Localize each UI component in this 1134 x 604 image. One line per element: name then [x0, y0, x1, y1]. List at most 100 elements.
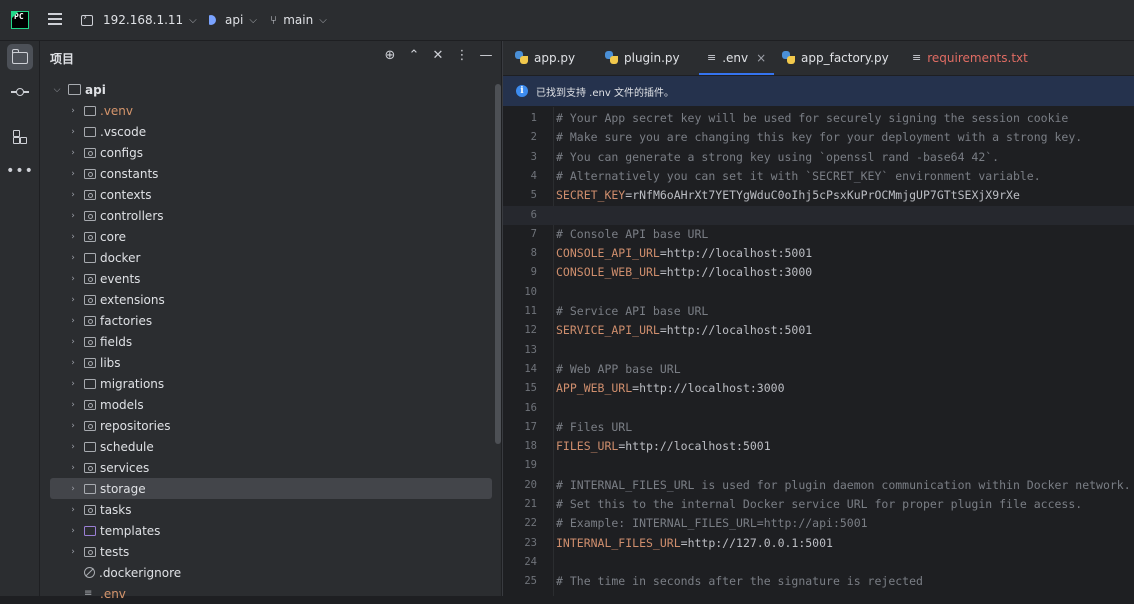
- chevron-right-icon[interactable]: ›: [68, 547, 78, 557]
- env-key: FILES_URL: [556, 439, 619, 454]
- expand-all-icon[interactable]: ⌃: [407, 48, 421, 64]
- tree-item[interactable]: › constants: [40, 163, 501, 184]
- tree-item-label: libs: [100, 355, 121, 370]
- line-source: FILES_URL=http://localhost:5001: [556, 437, 771, 456]
- tree-item[interactable]: › .vscode: [40, 121, 501, 142]
- tree-item[interactable]: › configs: [40, 142, 501, 163]
- code-line: 13: [503, 341, 1134, 360]
- branch-selector[interactable]: ⑂ main ⌵: [270, 11, 327, 29]
- project-scrollbar[interactable]: [495, 84, 501, 444]
- chevron-right-icon[interactable]: ›: [68, 379, 78, 389]
- git-branch-icon: ⑂: [270, 13, 278, 27]
- chevron-right-icon[interactable]: ›: [68, 232, 78, 242]
- line-number: 3: [530, 150, 537, 163]
- tree-item[interactable]: › fields: [40, 331, 501, 352]
- code-line: 8 CONSOLE_API_URL=http://localhost:5001: [503, 244, 1134, 263]
- chevron-right-icon[interactable]: ›: [68, 127, 78, 137]
- tree-item-label: templates: [100, 523, 161, 538]
- tree-item[interactable]: › events: [40, 268, 501, 289]
- editor-tab-label: .env: [722, 50, 749, 65]
- commit-tool-button[interactable]: [7, 79, 33, 105]
- tree-item-label: models: [100, 397, 144, 412]
- chevron-right-icon[interactable]: ›: [68, 169, 78, 179]
- code-line: 4 # Alternatively you can set it with `SE…: [503, 167, 1134, 186]
- tree-item[interactable]: › repositories: [40, 415, 501, 436]
- tree-item[interactable]: › tasks: [40, 499, 501, 520]
- tree-item[interactable]: › tests: [40, 541, 501, 562]
- remote-host-selector[interactable]: 192.168.1.11 ⌵: [81, 11, 197, 29]
- close-tab-icon[interactable]: ×: [756, 51, 766, 65]
- tree-root-api[interactable]: ⌵ api: [40, 79, 501, 100]
- options-menu-icon[interactable]: ⋮: [455, 48, 469, 64]
- chevron-down-icon: ⌵: [249, 14, 257, 26]
- chevron-right-icon[interactable]: ›: [68, 484, 78, 494]
- chevron-right-icon[interactable]: ›: [68, 295, 78, 305]
- tree-item[interactable]: › .venv: [40, 100, 501, 121]
- chevron-right-icon[interactable]: ›: [68, 211, 78, 221]
- tree-item[interactable]: › docker: [40, 247, 501, 268]
- project-selector[interactable]: api ⌵: [204, 11, 257, 29]
- tree-item[interactable]: › storage: [50, 478, 492, 499]
- line-number: 15: [524, 382, 537, 395]
- folder-icon: [84, 126, 96, 137]
- tree-item[interactable]: › services: [40, 457, 501, 478]
- chevron-right-icon[interactable]: ›: [68, 190, 78, 200]
- chevron-right-icon[interactable]: ›: [68, 400, 78, 410]
- chevron-right-icon[interactable]: ›: [68, 316, 78, 326]
- tree-item[interactable]: › schedule: [40, 436, 501, 457]
- chevron-right-icon[interactable]: ›: [68, 337, 78, 347]
- code-comment: # The time in seconds after the signatur…: [556, 574, 923, 589]
- chevron-right-icon[interactable]: ›: [68, 358, 78, 368]
- code-line: 24: [503, 553, 1134, 572]
- chevron-right-icon[interactable]: ›: [68, 463, 78, 473]
- tree-item[interactable]: › models: [40, 394, 501, 415]
- chevron-right-icon[interactable]: ›: [68, 106, 78, 116]
- structure-tool-button[interactable]: [7, 124, 33, 150]
- text-file-icon: ≡: [707, 51, 717, 64]
- env-key: CONSOLE_API_URL: [556, 246, 660, 261]
- main-menu-icon[interactable]: [48, 13, 62, 27]
- chevron-right-icon[interactable]: ›: [68, 274, 78, 284]
- tree-item[interactable]: ≡ .env: [40, 583, 501, 604]
- pycharm-logo-icon: PC: [11, 11, 29, 29]
- editor-tab[interactable]: app_factory.py: [782, 41, 889, 74]
- chevron-right-icon[interactable]: ›: [68, 505, 78, 515]
- editor-tab[interactable]: ≡ .env ×: [698, 41, 775, 75]
- tree-item[interactable]: › templates: [40, 520, 501, 541]
- tree-item[interactable]: .dockerignore: [40, 562, 501, 583]
- chevron-right-icon[interactable]: ›: [68, 421, 78, 431]
- commit-icon: [11, 88, 29, 96]
- code-comment: # Web APP base URL: [556, 361, 681, 376]
- tree-item[interactable]: › factories: [40, 310, 501, 331]
- code-line: 22 # Example: INTERNAL_FILES_URL=http://a…: [503, 514, 1134, 533]
- code-comment: # Console API base URL: [556, 226, 709, 241]
- locate-file-icon[interactable]: ⊕: [383, 48, 397, 64]
- code-line: 23 INTERNAL_FILES_URL=http://127.0.0.1:50…: [503, 534, 1134, 553]
- chevron-right-icon[interactable]: ›: [68, 253, 78, 263]
- template-folder-icon: [84, 525, 96, 536]
- tool-window-strip: •••: [0, 41, 40, 596]
- tree-item[interactable]: › migrations: [40, 373, 501, 394]
- tree-item[interactable]: › core: [40, 226, 501, 247]
- tree-item[interactable]: › libs: [40, 352, 501, 373]
- editor-tab[interactable]: plugin.py: [605, 41, 680, 74]
- more-tools-button[interactable]: •••: [6, 158, 33, 184]
- line-number: 7: [530, 227, 537, 240]
- tree-item[interactable]: › extensions: [40, 289, 501, 310]
- hide-panel-icon[interactable]: —: [479, 48, 493, 64]
- line-number: 17: [524, 420, 537, 433]
- collapse-all-icon[interactable]: ✕: [431, 48, 445, 64]
- chevron-down-icon[interactable]: ⌵: [52, 85, 62, 95]
- package-folder-icon: [84, 189, 96, 200]
- line-source: # Make sure you are changing this key fo…: [556, 128, 1082, 147]
- chevron-right-icon[interactable]: ›: [68, 148, 78, 158]
- line-source: CONSOLE_API_URL=http://localhost:5001: [556, 244, 812, 263]
- editor-tab[interactable]: ≡ requirements.txt: [912, 41, 1028, 74]
- editor-tab[interactable]: app.py: [515, 41, 575, 74]
- tree-item[interactable]: › contexts: [40, 184, 501, 205]
- chevron-right-icon[interactable]: ›: [68, 526, 78, 536]
- chevron-right-icon[interactable]: ›: [68, 442, 78, 452]
- code-comment: # Alternatively you can set it with `SEC…: [556, 168, 1041, 183]
- tree-item[interactable]: › controllers: [40, 205, 501, 226]
- project-tool-button[interactable]: [7, 44, 33, 70]
